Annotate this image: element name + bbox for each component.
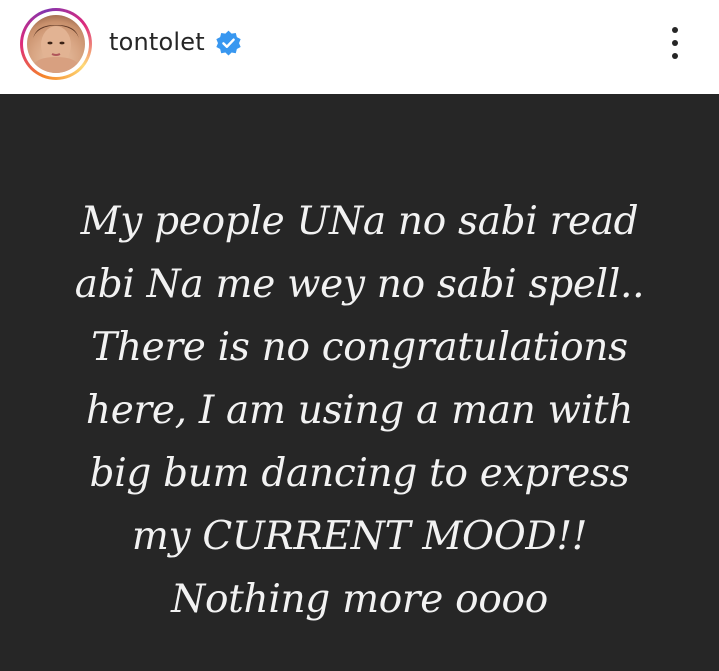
caption-line: my CURRENT MOOD!! [131,514,588,559]
caption-line: Nothing more oooo [171,577,548,622]
more-dot-icon [672,40,678,46]
avatar-image [31,25,81,73]
post-image[interactable]: My people UNa no sabi read abi Na me wey… [0,94,719,671]
caption-line: here, I am using a man with [85,388,634,433]
post-header: tontolet [0,0,719,94]
caption-line: There is no congratulations [91,325,628,370]
verified-badge-icon [216,30,241,56]
caption-line: abi Na me wey no sabi spell.. [74,262,645,307]
more-dot-icon [672,27,678,33]
avatar[interactable] [27,15,85,73]
more-dot-icon [672,53,678,59]
story-ring[interactable] [20,8,92,80]
more-options-button[interactable] [660,22,690,64]
avatar-gap [23,11,89,77]
post-text: My people UNa no sabi read abi Na me wey… [20,190,699,631]
caption-line: big bum dancing to express [89,451,630,496]
caption-line: My people UNa no sabi read [80,199,639,244]
instagram-post: tontolet My people UNa no sabi read abi … [0,0,719,671]
username[interactable]: tontolet [109,24,205,60]
